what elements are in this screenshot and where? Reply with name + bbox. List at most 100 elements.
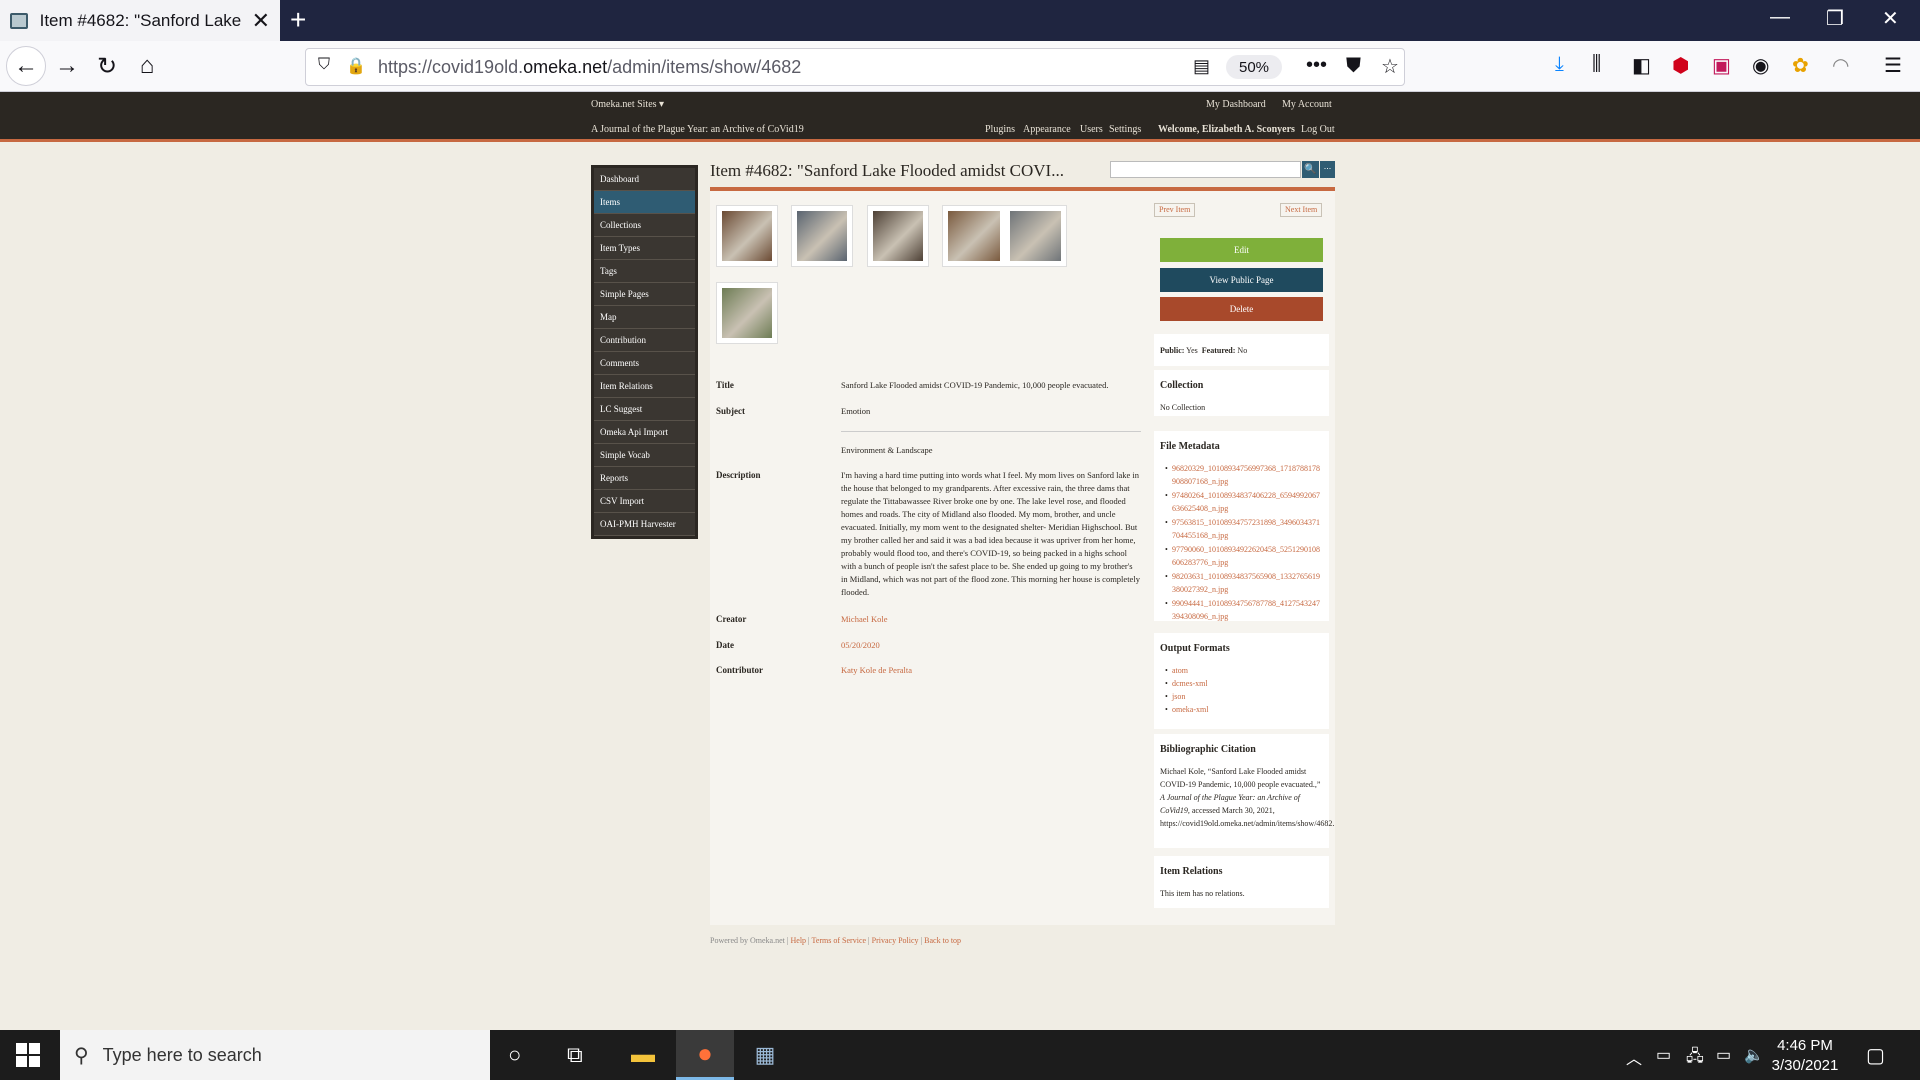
account-icon[interactable]: ◉ [1752,53,1769,78]
sidebar-item-items[interactable]: Items [594,191,695,214]
taskbar-search[interactable]: ⚲ Type here to search [60,1030,490,1080]
url-bar[interactable]: ⛉ 🔒 https://covid19old.omeka.net/admin/i… [305,48,1405,86]
downloads-icon[interactable]: ⤓ [1555,53,1564,76]
reload-icon[interactable]: ↻ [90,49,124,83]
view-public-page-button[interactable]: View Public Page [1160,268,1323,292]
network-icon[interactable]: 🖧 [1686,1045,1704,1072]
sidebar-item-dashboard[interactable]: Dashboard [594,168,695,191]
windows-start-icon[interactable] [16,1043,40,1067]
sidebar-item-csv-import[interactable]: CSV Import [594,490,695,513]
sidebar-item-simple-vocab[interactable]: Simple Vocab [594,444,695,467]
my-dashboard-link[interactable]: My Dashboard [1206,99,1266,110]
vpn-extension-icon[interactable]: ◠ [1832,53,1849,78]
snipping-tool-icon[interactable]: ▦ [736,1030,794,1080]
battery-icon[interactable]: ▭ [1716,1045,1731,1065]
file-thumbnail[interactable] [942,205,1067,267]
home-icon[interactable]: ⌂ [130,49,164,83]
more-actions-icon[interactable]: ••• [1306,54,1327,77]
appearance-link[interactable]: Appearance [1023,124,1071,135]
lock-icon[interactable]: 🔒 [346,56,366,76]
close-window-icon[interactable]: ✕ [1882,6,1899,31]
restore-icon[interactable]: ❐ [1826,6,1844,31]
sidebar-item-omeka-api-import[interactable]: Omeka Api Import [594,421,695,444]
sidebar-item-oai-pmh-harvester[interactable]: OAI-PMH Harvester [594,513,695,536]
file-thumbnail[interactable] [716,282,778,344]
forward-icon[interactable]: → [50,49,84,83]
sidebar-item-map[interactable]: Map [594,306,695,329]
terms-link[interactable]: Terms of Service [812,936,867,945]
pocket-icon[interactable]: ⛊ [1346,55,1361,78]
delete-button[interactable]: Delete [1160,297,1323,321]
item-relations-panel: Item Relations This item has no relation… [1154,856,1329,908]
output-format-link[interactable]: atom [1165,664,1323,677]
users-link[interactable]: Users [1080,124,1103,135]
advanced-search-button[interactable]: ... [1320,161,1335,178]
file-explorer-icon[interactable]: ▬ [614,1030,672,1080]
task-view-icon[interactable]: ⧉ [567,1042,583,1068]
file-thumbnail[interactable] [791,205,853,267]
honey-extension-icon[interactable]: ✿ [1792,53,1809,78]
sidebar-item-item-relations[interactable]: Item Relations [594,375,695,398]
file-link[interactable]: 97563815_10108934757231898_3496034371704… [1165,516,1323,542]
firefox-icon[interactable]: ● [676,1030,734,1080]
file-thumbnail[interactable] [716,205,778,267]
contributor-link[interactable]: Katy Kole de Peralta [841,664,1141,677]
new-tab-icon[interactable]: + [290,4,306,36]
back-to-top-link[interactable]: Back to top [924,936,961,945]
minimize-icon[interactable]: — [1770,6,1790,29]
output-format-link[interactable]: json [1165,690,1323,703]
next-item-button[interactable]: Next Item [1280,203,1323,217]
chevron-up-icon[interactable]: ︿ [1626,1045,1642,1069]
sidebar-item-item-types[interactable]: Item Types [594,237,695,260]
reader-view-icon[interactable]: ▤ [1193,56,1210,77]
site-title[interactable]: A Journal of the Plague Year: an Archive… [591,124,804,135]
menu-icon[interactable]: ☰ [1884,53,1902,78]
logout-link[interactable]: Log Out [1301,124,1335,135]
sidebar-item-contribution[interactable]: Contribution [594,329,695,352]
plugins-link[interactable]: Plugins [985,124,1015,135]
output-format-link[interactable]: dcmes-xml [1165,677,1323,690]
library-icon[interactable]: ⫼ [1592,53,1601,76]
bookmark-star-icon[interactable]: ☆ [1381,54,1399,79]
privacy-link[interactable]: Privacy Policy [872,936,919,945]
sidebar-item-lc-suggest[interactable]: LC Suggest [594,398,695,421]
back-icon[interactable]: ← [6,46,46,86]
sidebar-item-reports[interactable]: Reports [594,467,695,490]
search-input[interactable] [1110,161,1301,178]
creator-label: Creator [716,614,747,624]
page-footer: Powered by Omeka.net | Help | Terms of S… [710,936,962,945]
file-link[interactable]: 98203631_10108934837565908_1332765619380… [1165,570,1323,596]
system-clock[interactable]: 4:46 PM 3/30/2021 [1760,1036,1850,1076]
file-link[interactable]: 96820329_10108934756997368_1718788178908… [1165,462,1323,488]
file-link[interactable]: 97790060_10108934922620458_5251290108606… [1165,543,1323,569]
prev-item-button[interactable]: Prev Item [1154,203,1196,217]
extension-icon[interactable]: ▣ [1712,53,1731,78]
sites-menu[interactable]: Omeka.net Sites ▾ [591,99,664,110]
sidebar-item-tags[interactable]: Tags [594,260,695,283]
browser-tab[interactable]: Item #4682: "Sanford Lake Floo ✕ [0,0,280,41]
settings-link[interactable]: Settings [1109,124,1141,135]
cortana-icon[interactable]: ○ [508,1042,521,1068]
adblock-icon[interactable]: ⬢ [1672,53,1689,78]
sidebar-item-comments[interactable]: Comments [594,352,695,375]
shield-icon[interactable]: ⛉ [318,56,330,74]
file-link[interactable]: 99094441_10108934756787788_4127543247394… [1165,597,1323,623]
date-link[interactable]: 05/20/2020 [841,639,1141,652]
output-format-link[interactable]: omeka-xml [1165,703,1323,716]
sidebar-item-simple-pages[interactable]: Simple Pages [594,283,695,306]
help-link[interactable]: Help [790,936,806,945]
search-icon[interactable]: 🔍 [1302,161,1319,178]
close-tab-icon[interactable]: ✕ [252,8,270,34]
file-link[interactable]: 97480264_10108934837406228_6594992067636… [1165,489,1323,515]
url-text[interactable]: https://covid19old.omeka.net/admin/items… [378,57,801,78]
sidebar-item-collections[interactable]: Collections [594,214,695,237]
my-account-link[interactable]: My Account [1282,99,1332,110]
sidebar-icon[interactable]: ◧ [1632,53,1651,78]
meet-now-icon[interactable]: ▭ [1656,1045,1671,1065]
file-thumbnail[interactable] [867,205,929,267]
zoom-level[interactable]: 50% [1226,55,1282,79]
edit-button[interactable]: Edit [1160,238,1323,262]
creator-link[interactable]: Michael Kole [841,613,1141,626]
notifications-icon[interactable]: ▢ [1866,1043,1885,1068]
file-metadata-heading: File Metadata [1160,441,1220,452]
